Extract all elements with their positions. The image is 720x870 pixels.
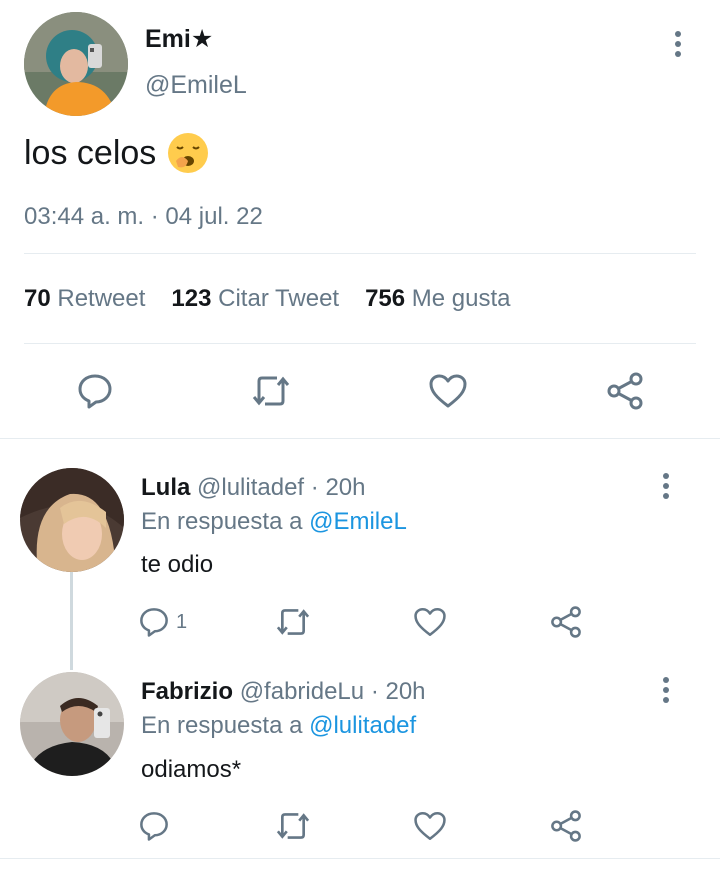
quote-label: Citar Tweet: [218, 285, 340, 312]
like-button[interactable]: [423, 368, 473, 414]
author-handle[interactable]: @EmileL: [145, 71, 247, 100]
share-button[interactable]: [600, 368, 650, 414]
share-icon: [551, 606, 581, 638]
like-icon: [429, 374, 467, 408]
tweet-text-line: los celos: [24, 131, 210, 175]
reply-author-name[interactable]: Fabrizio: [141, 678, 233, 705]
reply-author-handle[interactable]: @lulitadef: [197, 474, 304, 501]
reply-avatar[interactable]: [20, 672, 124, 776]
retweet-label: Retweet: [57, 285, 146, 312]
reply-header: Lula @lulitadef · 20h: [141, 474, 365, 502]
more-options-icon[interactable]: [663, 24, 693, 64]
retweet-icon: [252, 376, 290, 406]
reply-share-button[interactable]: [546, 806, 586, 846]
reply-context-prefix: En respuesta a: [141, 712, 303, 739]
reply-button[interactable]: [70, 368, 120, 414]
share-icon: [607, 372, 643, 410]
yawning-face-emoji: [166, 131, 210, 175]
thread-line: [70, 570, 73, 670]
retweet-icon: [276, 813, 310, 839]
retweet-icon: [276, 609, 310, 635]
reply-avatar[interactable]: [20, 468, 124, 572]
reply-count: 1: [176, 610, 188, 633]
reply-time[interactable]: · 20h: [371, 678, 426, 705]
reply-text: odiamos*: [141, 756, 242, 783]
reply-header: Fabrizio @fabrideLu · 20h: [141, 678, 426, 706]
divider: [0, 438, 720, 439]
reply-retweet-button[interactable]: [273, 602, 313, 642]
reply-author-name[interactable]: Lula: [141, 474, 190, 501]
quote-stat[interactable]: 123 Citar Tweet: [171, 285, 339, 313]
reply-retweet-button[interactable]: [273, 806, 313, 846]
retweet-button[interactable]: [246, 368, 296, 414]
tweet-stats: 70 Retweet 123 Citar Tweet 756 Me gusta: [24, 285, 511, 313]
quote-count: 123: [171, 285, 212, 312]
reply-time[interactable]: · 20h: [311, 474, 366, 501]
reply-author-handle[interactable]: @fabrideLu: [240, 678, 364, 705]
reply-context: En respuesta a @lulitadef: [141, 712, 416, 740]
reply-share-button[interactable]: [546, 602, 586, 642]
author-avatar[interactable]: [24, 12, 128, 116]
like-icon: [414, 607, 446, 637]
retweet-stat[interactable]: 70 Retweet: [24, 285, 145, 313]
like-icon: [414, 811, 446, 841]
retweet-count: 70: [24, 285, 51, 312]
reply-context-prefix: En respuesta a: [141, 508, 303, 535]
reply-icon: [140, 608, 168, 637]
reply-reply-button[interactable]: [138, 806, 176, 846]
reply-context-mention[interactable]: @lulitadef: [309, 712, 416, 739]
tweet-text: los celos: [24, 133, 157, 172]
like-label: Me gusta: [411, 285, 511, 312]
reply-text: te odio: [141, 551, 214, 578]
reply-context: En respuesta a @EmileL: [141, 508, 407, 536]
tweet-timestamp[interactable]: 03:44 a. m. · 04 jul. 22: [24, 203, 263, 231]
reply-like-button[interactable]: [410, 806, 450, 846]
share-icon: [551, 810, 581, 842]
reply-more-options-icon[interactable]: [651, 670, 681, 710]
reply-context-mention[interactable]: @EmileL: [309, 508, 407, 535]
like-stat[interactable]: 756 Me gusta: [365, 285, 510, 313]
like-count: 756: [365, 285, 406, 312]
author-name[interactable]: Emi★: [145, 24, 213, 54]
divider: [24, 253, 696, 254]
reply-icon: [78, 374, 112, 409]
reply-more-options-icon[interactable]: [651, 466, 681, 506]
reply-like-button[interactable]: [410, 602, 450, 642]
reply-icon: [140, 812, 168, 841]
reply-reply-button[interactable]: 1: [138, 602, 187, 642]
divider: [0, 858, 720, 859]
divider: [24, 343, 696, 344]
